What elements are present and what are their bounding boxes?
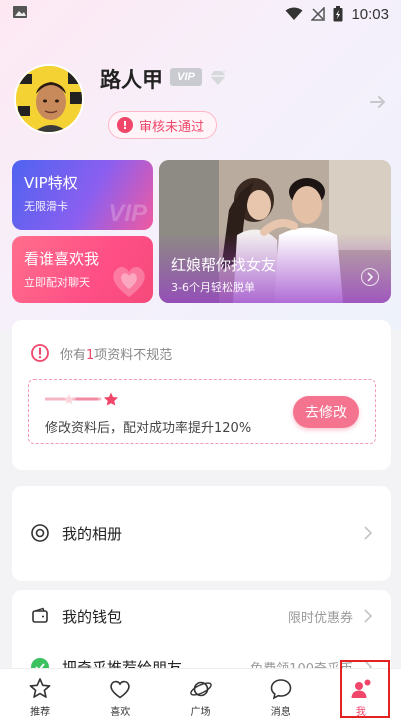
wallet-icon: [32, 607, 48, 623]
wifi-icon: [285, 7, 303, 20]
nav-recommend-label: 推荐: [30, 707, 51, 718]
nav-messages[interactable]: 消息: [241, 669, 321, 720]
wallet-row[interactable]: 我的钱包 限时优惠券: [12, 591, 391, 641]
matchmaker-card[interactable]: 红娘帮你找女友 3-6个月轻松脱单: [159, 160, 391, 303]
review-status-badge[interactable]: ! 审核未通过: [108, 111, 218, 139]
profile-arrow-icon[interactable]: [368, 92, 388, 112]
profile-name: 路人甲: [100, 68, 163, 92]
album-card: 我的相册: [12, 486, 391, 581]
matchmaker-title: 红娘帮你找女友: [171, 256, 277, 274]
no-signal-icon: [311, 7, 326, 21]
battery-charging-icon: [333, 6, 343, 22]
album-label: 我的相册: [62, 524, 123, 543]
vip-privileges-card[interactable]: VIP特权 无限滑卡 VIP: [12, 160, 153, 230]
matchmaker-arrow-icon[interactable]: [361, 268, 379, 286]
nav-likes[interactable]: 喜欢: [80, 669, 160, 720]
profile-notice-card: 你有1项资料不规范 修改资料后，配对成功率提升120% 去修改: [12, 320, 391, 470]
chevron-right-icon: [364, 526, 373, 540]
gallery-notification-icon: [13, 6, 27, 18]
nav-me[interactable]: 我: [321, 669, 401, 720]
progress-stars-icon: [45, 392, 118, 406]
clock: 10:03: [351, 5, 389, 23]
notice-line: 你有1项资料不规范: [30, 343, 172, 363]
nav-square[interactable]: 广场: [160, 669, 240, 720]
improve-text: 修改资料后，配对成功率提升120%: [45, 421, 252, 436]
heart-watermark-icon: [113, 266, 145, 297]
album-row[interactable]: 我的相册: [12, 508, 391, 558]
chat-bubble-icon: [270, 679, 292, 700]
vip-badge: VIP: [170, 68, 202, 86]
nav-me-label: 我: [355, 707, 366, 718]
vip-watermark: VIP: [108, 200, 147, 227]
planet-icon: [189, 681, 212, 697]
vip-card-title: VIP特权: [24, 174, 78, 192]
nav-likes-label: 喜欢: [110, 707, 131, 718]
who-likes-me-card[interactable]: 看谁喜欢我 立即配对聊天: [12, 236, 153, 303]
notice-prefix: 你有: [60, 347, 87, 363]
matchmaker-subtitle: 3-6个月轻松脱单: [171, 281, 255, 294]
warning-icon: !: [117, 117, 133, 133]
alert-icon: [31, 344, 49, 362]
improve-profile-box: 修改资料后，配对成功率提升120% 去修改: [28, 379, 376, 444]
nav-messages-label: 消息: [270, 707, 291, 718]
diamond-icon: [210, 69, 227, 85]
status-bar: 10:03: [0, 0, 401, 28]
wallet-coupon-text: 限时优惠券: [287, 610, 353, 626]
person-icon: [351, 679, 371, 698]
star-icon: [29, 678, 51, 698]
edit-profile-button[interactable]: 去修改: [293, 396, 359, 428]
bottom-nav: 推荐 喜欢 广场 消息 我: [0, 668, 401, 720]
heart-icon: [110, 680, 131, 699]
wallet-label: 我的钱包: [62, 607, 123, 626]
nav-recommend[interactable]: 推荐: [0, 669, 80, 720]
chevron-right-icon: [364, 609, 373, 623]
notice-text: 你有1项资料不规范: [60, 344, 172, 363]
review-status-text: 审核未通过: [139, 119, 205, 135]
notice-suffix: 项资料不规范: [94, 347, 173, 363]
nav-square-label: 广场: [190, 707, 211, 718]
album-icon: [31, 524, 49, 542]
avatar[interactable]: [14, 64, 84, 134]
